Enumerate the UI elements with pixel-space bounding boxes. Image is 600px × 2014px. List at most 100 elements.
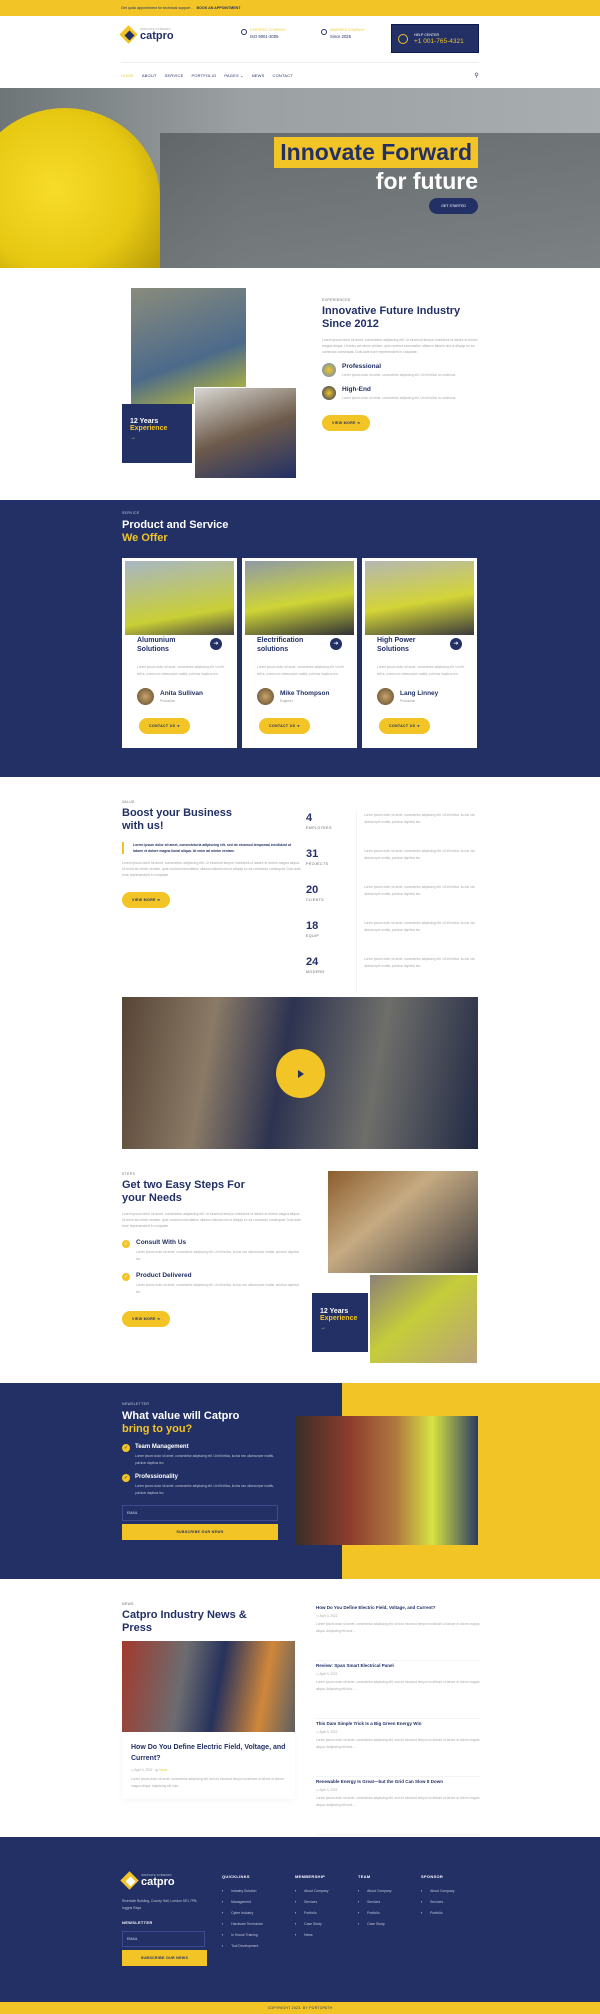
services-eyebrow: SERVICE [122,511,140,515]
arrow-right-icon[interactable]: ➔ [210,638,222,650]
arrow-right-icon[interactable]: → [320,1325,360,1331]
logo-name: catpro [141,1876,175,1888]
contact-us-button[interactable]: CONTACT US ➔ [259,718,310,734]
news-date: April 3, 2022 [134,1768,153,1772]
feature-text: Lorem ipsum dolor sit amet, consectetur … [342,373,457,377]
footer-link[interactable]: Case Study [358,1922,391,1933]
footer-link[interactable]: Portfolio [358,1911,391,1922]
footer-col-title: QUICKLINKS [222,1874,250,1879]
footer-link[interactable]: About Company [295,1889,328,1900]
news-date: ◷ April 3, 2022 [316,1730,338,1734]
news-item-title[interactable]: Review: Span Smart Electrical Panel [316,1663,481,1668]
steps-text: Lorem ipsum dolor sit amet, consectetur … [122,1212,301,1228]
feature-title: Professional [342,363,382,370]
footer-link[interactable]: Services [295,1900,328,1911]
subscribe-button[interactable]: SUBSCRIBE OUR NEWS [122,1524,278,1540]
cert-label: CERTIFIED COMPANY [250,28,286,32]
help-center[interactable]: HELP CENTER +1 001-765-4321 [391,24,479,53]
arrow-right-icon[interactable]: ➔ [450,638,462,650]
footer-email-input[interactable] [122,1931,205,1947]
news-item-title[interactable]: How Do You Define Electric Field, Voltag… [316,1605,481,1610]
news-list: How Do You Define Electric Field, Voltag… [316,1603,481,1835]
news-item-title[interactable]: This Dam Simple Trick Is a Big Green Ene… [316,1721,481,1726]
video-thumbnail[interactable] [122,997,478,1149]
newsletter-eyebrow: NEWSLETTER [122,1402,150,1406]
nav-about[interactable]: ABOUT [142,73,157,78]
footer-link[interactable]: Tool Development [222,1944,263,1955]
footer-link[interactable]: Management [222,1900,263,1911]
copyright: COPYRIGHT 2023. BY PORTOPATH [0,2002,600,2014]
check-circle-icon [241,29,247,35]
about-text: Lorem ipsum dolor sit amet, consectetur … [322,338,478,354]
search-icon[interactable]: ⚲ [474,72,479,79]
footer-subscribe-button[interactable]: SUBSCRIBE OUR NEWS [122,1950,207,1966]
email-input[interactable] [122,1505,278,1521]
footer-col-title: SPONSOR [421,1874,444,1879]
steps-title: Get two Easy Steps For your Needs [122,1179,245,1204]
nav-news[interactable]: NEWS [252,73,265,78]
footer-link[interactable]: Hardware Technician [222,1922,263,1933]
newsletter-title: What value will Catpro bring to you? [122,1410,278,1436]
service-card-image [125,561,234,635]
service-card-image [245,561,354,635]
nav-service[interactable]: SERVICE [165,73,184,78]
value-item: ✓ Professionality Lorem ipsum dolor sit am… [122,1474,278,1496]
footer-link[interactable]: Case Study [295,1922,328,1933]
hero-title: for future [375,168,478,194]
arrow-right-icon[interactable]: → [130,435,184,441]
view-more-button[interactable]: VIEW MORE ➔ [122,892,171,908]
footer-link[interactable]: Services [358,1900,391,1911]
about-eyebrow: EXPERIENCED [322,298,351,302]
footer-link[interactable]: About Company [358,1889,391,1900]
footer-newsletter-label: NEWSLETTER [122,1920,153,1925]
service-card-title[interactable]: High Power Solutions [377,636,447,654]
footer-col-sponsor: SPONSOR About Company Services Portfolio [421,1874,454,1922]
nav-pages[interactable]: PAGES ⌄ [224,73,243,78]
awarded-company: AWARDED COMPANY Since 2025 [321,28,365,39]
footer-link[interactable]: In House Training [222,1933,263,1944]
service-card[interactable]: Alumunium Solutions ➔ Lorem ipsum dolor … [122,558,237,748]
footer-logo[interactable]: INNOVATE FORWARD catpro [120,1871,207,1890]
footer-link[interactable]: Industry Solution [222,1889,263,1900]
value-item-text: Lorem ipsum dolor sit amet, consectetur … [135,1484,274,1495]
nav-contact[interactable]: CONTACT [273,73,293,78]
service-card[interactable]: Electrification solutions ➔ Lorem ipsum … [242,558,357,748]
help-phone[interactable]: +1 001-765-4321 [414,38,464,45]
news-featured-image[interactable] [122,1641,295,1732]
stat-text: Lorem ipsum dolor sit amet, consectetur … [356,848,481,884]
footer-link[interactable]: Services [421,1900,454,1911]
footer-link[interactable]: News [295,1933,328,1944]
news-tag[interactable]: News [159,1768,167,1772]
value-item-text: Lorem ipsum dolor sit amet, consectetur … [135,1454,274,1465]
news-featured-title[interactable]: How Do You Define Electric Field, Voltag… [131,1742,286,1764]
service-card[interactable]: High Power Solutions ➔ Lorem ipsum dolor… [362,558,477,748]
value-quote: Lorem ipsum dolor sit amet, consecteturi… [122,842,302,854]
footer-link[interactable]: Portfolio [421,1911,454,1922]
arrow-right-icon[interactable]: ➔ [330,638,342,650]
contact-us-button[interactable]: CONTACT US ➔ [379,718,430,734]
play-button[interactable] [276,1049,325,1098]
view-more-button[interactable]: VIEW MORE ➔ [322,415,371,431]
view-more-button[interactable]: VIEW MORE ➔ [122,1311,171,1327]
hero-title-highlight: Innovate Forward [274,137,478,168]
experience-label: Experience [130,425,168,432]
logo-name: catpro [140,30,174,42]
footer-link[interactable]: Portfolio [295,1911,328,1922]
step-title: Product Delivered [136,1272,192,1279]
get-started-button[interactable]: GET STARTED [429,198,478,214]
steps-content: STEPS Get two Easy Steps For your Needs … [122,1172,302,1327]
contact-us-button[interactable]: CONTACT US ➔ [139,718,190,734]
news-featured: NEWS Catpro Industry News & Press How Do… [122,1602,295,1799]
value-item-title: Professionality [135,1474,179,1480]
footer-link[interactable]: Cyber Industry [222,1911,263,1922]
nav-home[interactable]: HOME [121,73,134,78]
stat-item: 31 PROJECTS Lorem ipsum dolor sit amet, co… [306,848,481,884]
news-item-title[interactable]: Renewable Energy Is Great—but the Grid C… [316,1779,481,1784]
footer-link[interactable]: About Company [421,1889,454,1900]
service-card-title[interactable]: Electrification solutions [257,636,327,654]
logo[interactable]: INNOVATE FORWARD catpro [119,25,174,44]
steps-photo-operator [328,1171,478,1273]
book-appointment-link[interactable]: BOOK AN APPOINTMENT [197,6,241,10]
nav-portfolio[interactable]: PORTFOLIO [191,73,216,78]
service-card-title[interactable]: Alumunium Solutions [137,636,207,654]
